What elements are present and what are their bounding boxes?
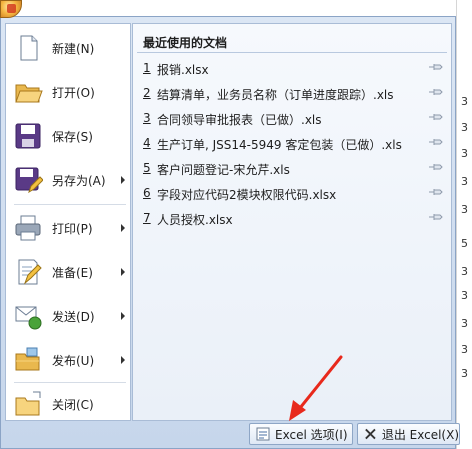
sheet-cell: 3 bbox=[461, 203, 468, 216]
prepare-document-icon bbox=[18, 259, 42, 285]
recent-document-name: 合同领导审批报表（已做）.xls bbox=[157, 113, 322, 127]
submenu-arrow-icon bbox=[121, 312, 125, 320]
menu-item-label: 保存(S) bbox=[52, 129, 93, 144]
pin-icon[interactable] bbox=[429, 113, 443, 121]
sheet-cell: 3 bbox=[461, 121, 468, 134]
sheet-cell: 3 bbox=[461, 265, 468, 278]
sheet-cell: 3 bbox=[461, 289, 468, 302]
recent-document[interactable]: 2 结算清单，业务员名称（订单进度跟踪）.xls bbox=[133, 82, 451, 106]
menu-item-save[interactable]: 保存(S) bbox=[6, 114, 130, 158]
menu-item-label: 准备(E) bbox=[52, 265, 93, 280]
sheet-cell: 3 bbox=[461, 343, 468, 356]
recent-document-number: 6 bbox=[143, 186, 151, 200]
recent-document-name: 人员授权.xlsx bbox=[157, 213, 233, 227]
sheet-cell: 3 bbox=[461, 147, 468, 160]
menu-item-print[interactable]: 打印(P) bbox=[6, 206, 130, 250]
options-icon bbox=[256, 427, 270, 441]
exit-excel-label: 退出 Excel(X) bbox=[381, 427, 459, 442]
recent-document[interactable]: 3 合同领导审批报表（已做）.xls bbox=[133, 107, 451, 131]
recent-document-number: 5 bbox=[143, 161, 151, 175]
publish-folder-icon bbox=[15, 347, 40, 371]
sheet-cell: 3 bbox=[461, 367, 468, 380]
recent-document[interactable]: 4 生产订单, JSS14-5949 客定包装（已做）.xls bbox=[133, 132, 451, 156]
menu-item-label: 关闭(C) bbox=[52, 397, 94, 412]
menu-item-label: 打印(P) bbox=[52, 221, 93, 236]
recent-document-name: 字段对应代码2模块权限代码.xlsx bbox=[157, 188, 337, 202]
recent-document-name: 报销.xlsx bbox=[157, 63, 209, 77]
save-as-icon bbox=[15, 167, 43, 194]
submenu-arrow-icon bbox=[121, 224, 125, 232]
office-menu-commands: 新建(N) 打开(O) 保存(S) 另存为(A) 打印(P) 准备(E) 发送(… bbox=[5, 23, 131, 421]
submenu-arrow-icon bbox=[121, 176, 125, 184]
pin-icon[interactable] bbox=[429, 138, 443, 146]
menu-item-send[interactable]: 发送(D) bbox=[6, 294, 130, 338]
printer-icon bbox=[15, 215, 41, 241]
open-folder-icon bbox=[15, 84, 43, 103]
recent-document-name: 生产订单, JSS14-5949 客定包装（已做）.xls bbox=[157, 138, 402, 152]
menu-item-label: 发布(U) bbox=[52, 353, 95, 368]
recent-document-name: 结算清单，业务员名称（订单进度跟踪）.xls bbox=[157, 88, 394, 102]
menu-item-prepare[interactable]: 准备(E) bbox=[6, 250, 130, 294]
excel-options-label: Excel 选项(I) bbox=[275, 427, 348, 442]
background-spreadsheet: 3 3 3 3 3 5 3 3 3 3 3 bbox=[456, 0, 472, 449]
recent-documents-pane: 最近使用的文档 1 报销.xlsx 2 结算清单，业务员名称（订单进度跟踪）.x… bbox=[132, 23, 452, 421]
submenu-arrow-icon bbox=[121, 268, 125, 276]
sheet-cell: 3 bbox=[461, 317, 468, 330]
close-folder-icon bbox=[15, 391, 41, 416]
send-mail-icon bbox=[15, 306, 42, 330]
excel-options-button[interactable]: Excel 选项(I) bbox=[249, 423, 353, 445]
menu-separator bbox=[14, 204, 126, 205]
office-menu: 新建(N) 打开(O) 保存(S) 另存为(A) 打印(P) 准备(E) 发送(… bbox=[0, 16, 460, 449]
pin-icon[interactable] bbox=[429, 88, 443, 96]
recent-document[interactable]: 5 客户问题登记-宋允芹.xls bbox=[133, 157, 451, 181]
recent-document-number: 1 bbox=[143, 61, 151, 75]
exit-excel-button[interactable]: 退出 Excel(X) bbox=[357, 423, 460, 445]
new-document-icon bbox=[20, 35, 38, 61]
pin-icon[interactable] bbox=[429, 213, 443, 221]
sheet-cell: 3 bbox=[461, 95, 468, 108]
menu-item-close[interactable]: 关闭(C) bbox=[6, 382, 130, 426]
menu-item-publish[interactable]: 发布(U) bbox=[6, 338, 130, 382]
recent-documents-title: 最近使用的文档 bbox=[143, 36, 228, 50]
menu-item-label: 新建(N) bbox=[52, 41, 95, 56]
sheet-cell: 3 bbox=[461, 175, 468, 188]
recent-document[interactable]: 6 字段对应代码2模块权限代码.xlsx bbox=[133, 182, 451, 206]
sheet-cell: 5 bbox=[461, 237, 468, 250]
pin-icon[interactable] bbox=[429, 188, 443, 196]
title-divider bbox=[137, 52, 447, 53]
menu-item-save-as[interactable]: 另存为(A) bbox=[6, 158, 130, 202]
menu-item-label: 发送(D) bbox=[52, 309, 95, 324]
pin-icon[interactable] bbox=[429, 163, 443, 171]
save-disk-icon bbox=[15, 123, 41, 149]
recent-document-number: 7 bbox=[143, 211, 151, 225]
recent-document-name: 客户问题登记-宋允芹.xls bbox=[157, 163, 290, 177]
recent-document[interactable]: 7 人员授权.xlsx bbox=[133, 207, 451, 231]
recent-document-number: 3 bbox=[143, 111, 151, 125]
recent-document[interactable]: 1 报销.xlsx bbox=[133, 57, 451, 81]
recent-document-number: 2 bbox=[143, 86, 151, 100]
office-menu-footer: Excel 选项(I) 退出 Excel(X) bbox=[5, 423, 460, 445]
menu-item-label: 另存为(A) bbox=[52, 173, 106, 188]
menu-item-open[interactable]: 打开(O) bbox=[6, 70, 130, 114]
menu-item-new[interactable]: 新建(N) bbox=[6, 26, 130, 70]
recent-document-number: 4 bbox=[143, 136, 151, 150]
submenu-arrow-icon bbox=[121, 356, 125, 364]
menu-item-label: 打开(O) bbox=[52, 85, 95, 100]
pin-icon[interactable] bbox=[429, 63, 443, 71]
close-x-icon bbox=[365, 428, 376, 440]
